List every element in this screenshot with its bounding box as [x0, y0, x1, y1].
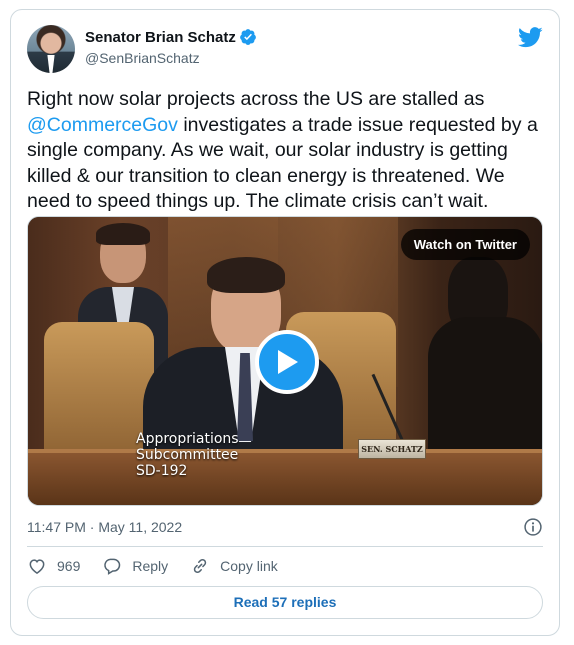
caption-line: Subcommittee — [136, 447, 239, 463]
reply-button[interactable]: Reply — [102, 556, 168, 576]
play-button[interactable] — [255, 330, 319, 394]
copy-link-label: Copy link — [220, 558, 278, 574]
reply-label: Reply — [132, 558, 169, 574]
desk — [28, 453, 542, 505]
avatar[interactable] — [27, 25, 75, 73]
timestamp-row: 11:47 PM · May 11, 2022 — [27, 516, 543, 538]
tweet-timestamp[interactable]: 11:47 PM · May 11, 2022 — [27, 519, 182, 535]
heart-icon — [29, 559, 45, 574]
video-caption: Appropriations Subcommittee SD-192 — [136, 431, 239, 479]
nameplate: SEN. SCHATZ — [358, 439, 426, 459]
watch-on-twitter-button[interactable]: Watch on Twitter — [400, 229, 530, 260]
link-icon — [193, 558, 207, 574]
info-icon[interactable] — [523, 517, 543, 537]
tweet-text-start: Right now solar projects across the US a… — [27, 88, 485, 110]
tweet-text: Right now solar projects across the US a… — [27, 87, 547, 215]
play-icon — [278, 350, 298, 374]
verified-badge-icon — [240, 29, 256, 45]
video-player[interactable]: SEN. SCHATZ Appropriations Subcommittee … — [27, 216, 543, 506]
caption-line: Appropriations — [136, 431, 239, 447]
caption-line: SD-192 — [136, 463, 188, 479]
tweet-card: Senator Brian Schatz @SenBrianSchatz Rig… — [10, 9, 560, 636]
handle[interactable]: @SenBrianSchatz — [85, 50, 200, 66]
tweet-header: Senator Brian Schatz @SenBrianSchatz — [27, 23, 543, 75]
read-replies-button[interactable]: Read 57 replies — [27, 586, 543, 619]
background-person — [418, 257, 542, 467]
divider — [27, 546, 543, 547]
like-count: 969 — [57, 558, 81, 574]
twitter-bird-icon[interactable] — [518, 27, 543, 48]
like-button[interactable]: 969 — [27, 556, 80, 576]
copy-link-button[interactable]: Copy link — [190, 556, 278, 576]
mention-link[interactable]: @CommerceGov — [27, 114, 178, 136]
display-name[interactable]: Senator Brian Schatz — [85, 29, 236, 46]
name-row: Senator Brian Schatz — [85, 28, 257, 46]
reply-bubble-icon — [104, 558, 121, 575]
action-bar: 969 Reply Copy link — [27, 555, 300, 577]
